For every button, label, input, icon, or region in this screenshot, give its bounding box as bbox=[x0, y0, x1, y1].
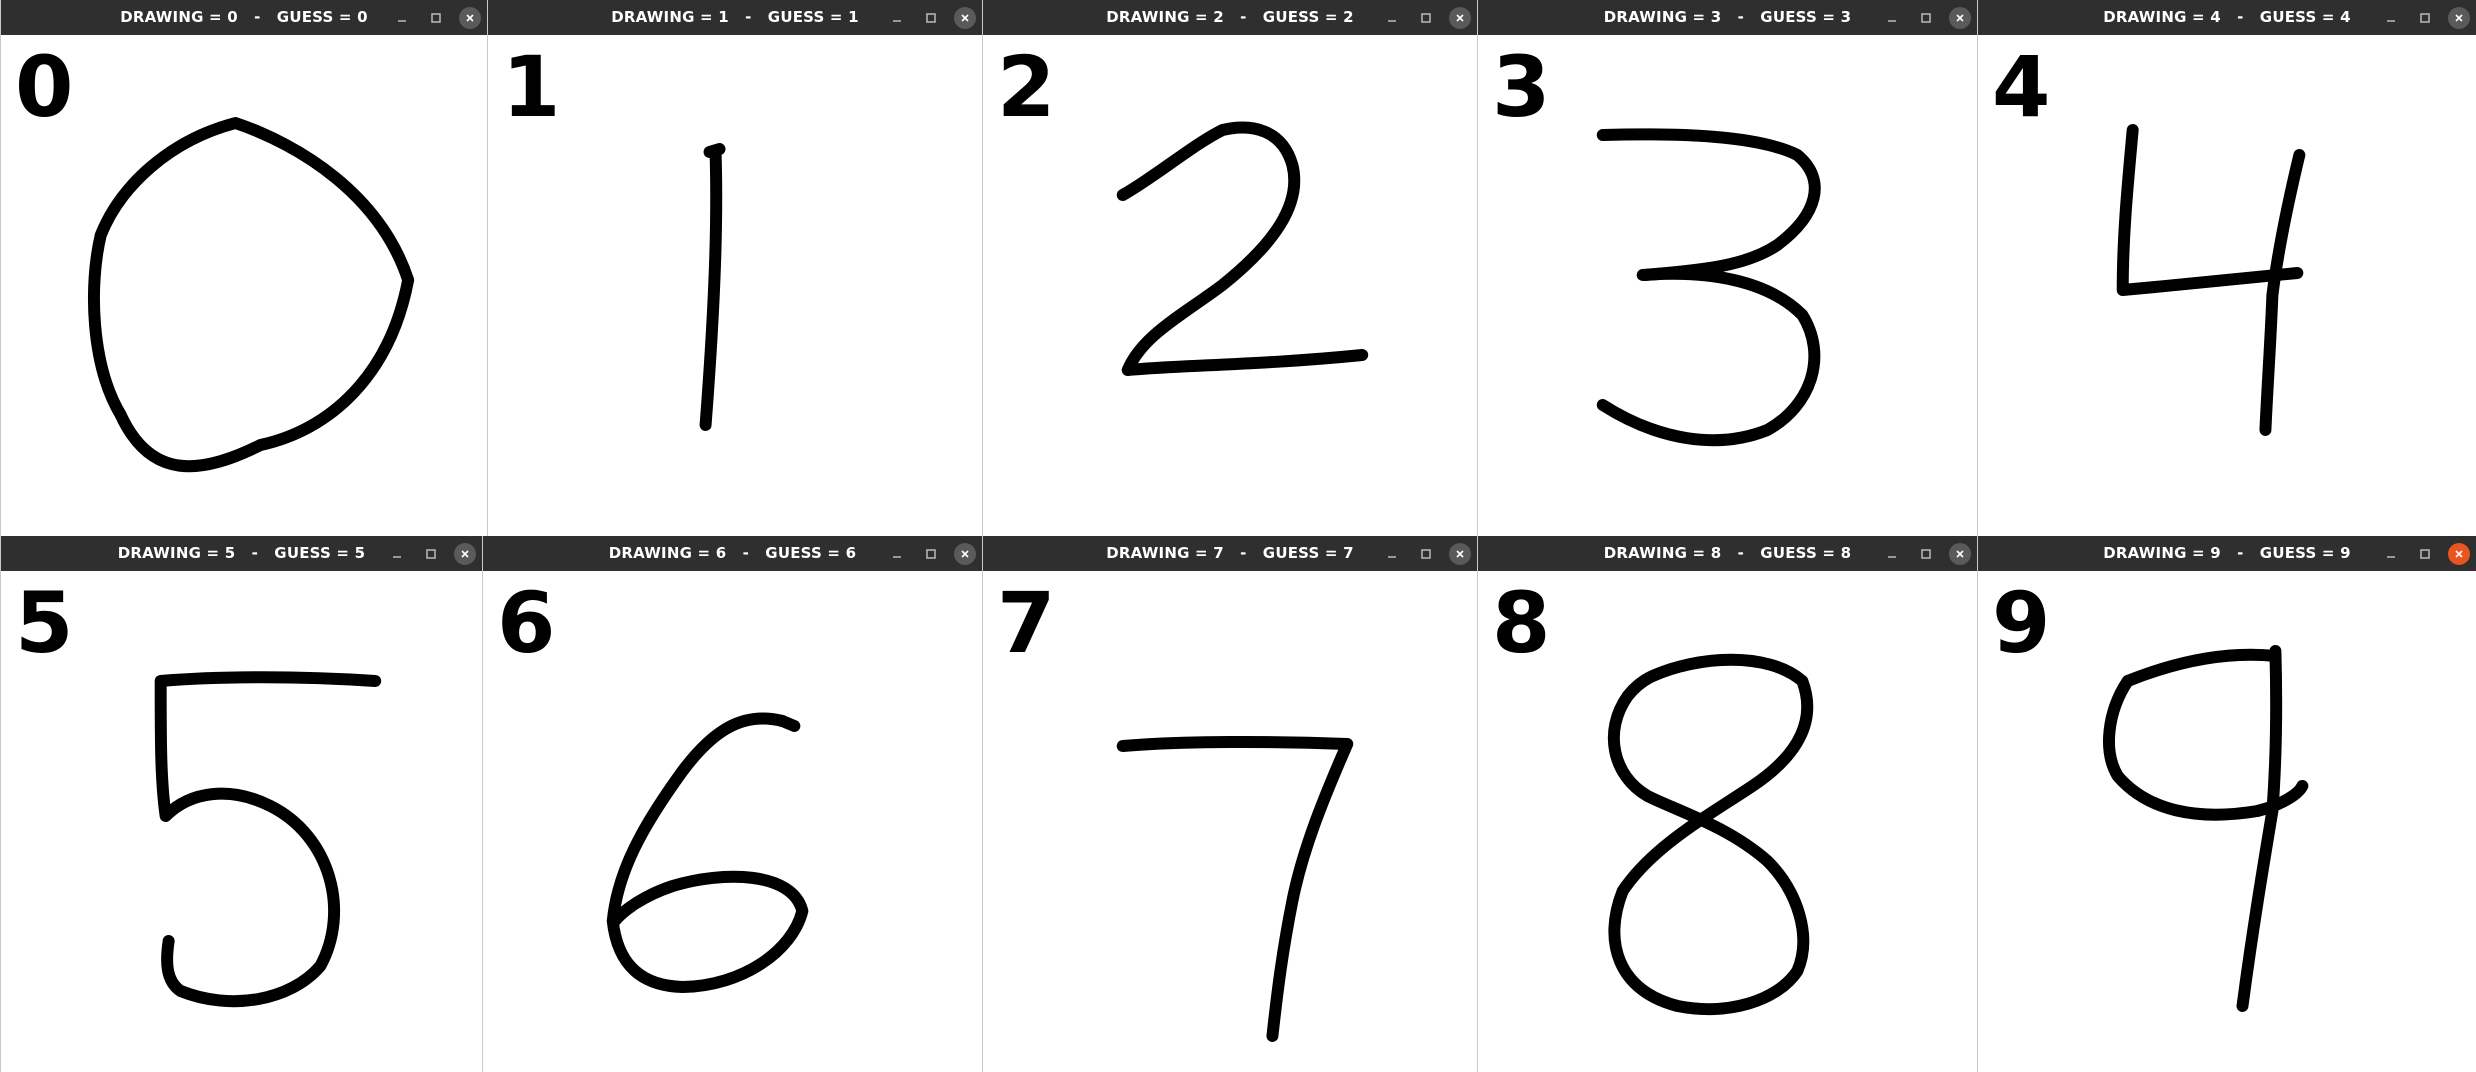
minimize-icon[interactable] bbox=[1881, 7, 1903, 29]
close-icon[interactable] bbox=[1949, 6, 1971, 29]
maximize-icon[interactable] bbox=[1415, 7, 1437, 29]
maximize-icon[interactable] bbox=[1915, 7, 1937, 29]
drawing-canvas[interactable]: 4 bbox=[1978, 35, 2476, 536]
maximize-icon[interactable] bbox=[2414, 543, 2436, 565]
title-bar[interactable]: DRAWING = 7 - GUESS = 7 bbox=[983, 536, 1477, 571]
handwritten-digit-1 bbox=[699, 143, 726, 431]
minimize-icon[interactable] bbox=[391, 7, 413, 29]
close-icon[interactable] bbox=[2448, 6, 2470, 29]
window-drawing-7[interactable]: DRAWING = 7 - GUESS = 7 7 bbox=[982, 536, 1477, 1072]
window-drawing-9[interactable]: DRAWING = 9 - GUESS = 9 9 bbox=[1977, 536, 2476, 1072]
drawing-canvas[interactable]: 1 bbox=[488, 35, 982, 536]
title-bar[interactable]: DRAWING = 8 - GUESS = 8 bbox=[1478, 536, 1977, 571]
handwritten-digit-8 bbox=[1607, 653, 1814, 1015]
window-drawing-6[interactable]: DRAWING = 6 - GUESS = 6 6 bbox=[482, 536, 982, 1072]
close-icon[interactable] bbox=[2448, 542, 2470, 565]
handwritten-digit-7 bbox=[1116, 735, 1354, 1042]
close-icon[interactable] bbox=[1449, 542, 1471, 565]
drawing-canvas[interactable]: 0 bbox=[1, 35, 487, 536]
handwritten-digit-5 bbox=[154, 671, 382, 1008]
window-drawing-2[interactable]: DRAWING = 2 - GUESS = 2 2 bbox=[982, 0, 1477, 536]
close-icon[interactable] bbox=[954, 6, 976, 29]
handwritten-digit-3 bbox=[1596, 128, 1821, 447]
handwritten-digit-6 bbox=[606, 712, 809, 993]
close-icon[interactable] bbox=[1449, 6, 1471, 29]
title-bar[interactable]: DRAWING = 2 - GUESS = 2 bbox=[983, 0, 1477, 35]
maximize-icon[interactable] bbox=[920, 7, 942, 29]
minimize-icon[interactable] bbox=[1381, 543, 1403, 565]
close-icon[interactable] bbox=[954, 542, 976, 565]
minimize-icon[interactable] bbox=[386, 543, 408, 565]
drawing-canvas[interactable]: 3 bbox=[1478, 35, 1977, 536]
close-icon[interactable] bbox=[459, 6, 481, 29]
close-icon[interactable] bbox=[454, 542, 476, 565]
window-drawing-3[interactable]: DRAWING = 3 - GUESS = 3 3 bbox=[1477, 0, 1977, 536]
window-drawing-0[interactable]: DRAWING = 0 - GUESS = 0 0 bbox=[0, 0, 487, 536]
maximize-icon[interactable] bbox=[2414, 7, 2436, 29]
window-drawing-8[interactable]: DRAWING = 8 - GUESS = 8 8 bbox=[1477, 536, 1977, 1072]
handwritten-digit-4 bbox=[2116, 124, 2306, 436]
title-bar[interactable]: DRAWING = 6 - GUESS = 6 bbox=[483, 536, 982, 571]
close-icon[interactable] bbox=[1949, 542, 1971, 565]
handwritten-digit-2 bbox=[1116, 121, 1369, 376]
window-drawing-4[interactable]: DRAWING = 4 - GUESS = 4 4 bbox=[1977, 0, 2476, 536]
title-bar[interactable]: DRAWING = 9 - GUESS = 9 bbox=[1978, 536, 2476, 571]
title-bar[interactable]: DRAWING = 1 - GUESS = 1 bbox=[488, 0, 982, 35]
minimize-icon[interactable] bbox=[886, 7, 908, 29]
maximize-icon[interactable] bbox=[1915, 543, 1937, 565]
minimize-icon[interactable] bbox=[1381, 7, 1403, 29]
title-bar[interactable]: DRAWING = 0 - GUESS = 0 bbox=[1, 0, 487, 35]
drawing-canvas[interactable]: 6 bbox=[483, 571, 982, 1072]
handwritten-digit-0 bbox=[87, 117, 415, 473]
minimize-icon[interactable] bbox=[1881, 543, 1903, 565]
title-bar[interactable]: DRAWING = 4 - GUESS = 4 bbox=[1978, 0, 2476, 35]
window-drawing-1[interactable]: DRAWING = 1 - GUESS = 1 1 bbox=[487, 0, 982, 536]
title-bar[interactable]: DRAWING = 3 - GUESS = 3 bbox=[1478, 0, 1977, 35]
drawing-canvas[interactable]: 2 bbox=[983, 35, 1477, 536]
minimize-icon[interactable] bbox=[886, 543, 908, 565]
drawing-canvas[interactable]: 7 bbox=[983, 571, 1477, 1072]
drawing-canvas[interactable]: 9 bbox=[1978, 571, 2476, 1072]
maximize-icon[interactable] bbox=[420, 543, 442, 565]
maximize-icon[interactable] bbox=[920, 543, 942, 565]
maximize-icon[interactable] bbox=[425, 7, 447, 29]
drawing-canvas[interactable]: 8 bbox=[1478, 571, 1977, 1072]
minimize-icon[interactable] bbox=[2380, 543, 2402, 565]
maximize-icon[interactable] bbox=[1415, 543, 1437, 565]
drawing-canvas[interactable]: 5 bbox=[1, 571, 482, 1072]
title-bar[interactable]: DRAWING = 5 - GUESS = 5 bbox=[1, 536, 482, 571]
handwritten-digit-9 bbox=[2103, 645, 2309, 1012]
window-drawing-5[interactable]: DRAWING = 5 - GUESS = 5 5 bbox=[0, 536, 482, 1072]
minimize-icon[interactable] bbox=[2380, 7, 2402, 29]
